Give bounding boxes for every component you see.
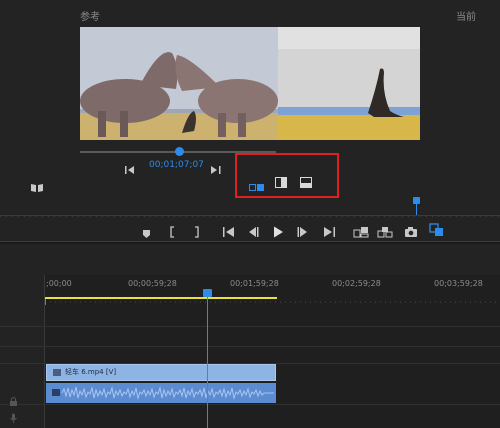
video-clip-label: 轻车 6.mp4 [V] (65, 368, 117, 376)
mark-out-icon[interactable] (193, 223, 200, 238)
camera-icon[interactable] (404, 223, 418, 237)
reference-label: 参考 (80, 12, 100, 23)
comparison-view-icon[interactable] (429, 222, 444, 236)
video-clip[interactable]: 轻车 6.mp4 [V] (46, 364, 276, 381)
step-forward-icon[interactable] (210, 160, 222, 174)
extract-icon[interactable] (377, 223, 393, 238)
go-to-out-icon[interactable] (322, 223, 336, 237)
lift-icon[interactable] (353, 223, 369, 238)
track-lock-icon[interactable] (9, 391, 18, 406)
go-to-in-icon[interactable] (222, 223, 236, 237)
transport-bar (0, 219, 500, 239)
program-playhead[interactable] (413, 197, 420, 204)
step-back-frame-icon[interactable] (247, 223, 259, 237)
track-separator-1 (0, 326, 500, 327)
step-back-icon[interactable] (125, 160, 137, 174)
fx-badge-icon (53, 369, 61, 376)
side-by-side-view-icon[interactable] (249, 177, 265, 191)
reference-scrub-handle[interactable] (175, 147, 184, 156)
ruler-label-3: 00;02;59;28 (332, 279, 381, 288)
timeline-playhead[interactable] (203, 289, 212, 297)
current-frame-image (278, 27, 420, 140)
monitor-ruler[interactable] (0, 205, 500, 217)
track-separator-2 (0, 346, 500, 347)
ruler-label-0: ;00;00 (46, 279, 72, 288)
reference-frame-image (80, 27, 278, 140)
add-marker-icon[interactable] (142, 224, 151, 238)
play-icon[interactable] (273, 223, 284, 238)
vertical-split-view-icon[interactable] (275, 174, 288, 188)
ruler-label-2: 00;01;59;28 (230, 279, 279, 288)
timeline-playhead-line (207, 297, 208, 428)
current-label: 当前 (456, 12, 476, 23)
audio-clip[interactable] (46, 383, 276, 403)
microphone-icon[interactable] (9, 408, 18, 423)
reference-frame (80, 27, 278, 140)
horizontal-split-view-icon[interactable] (300, 174, 313, 188)
audio-waveform (61, 386, 274, 400)
comparison-view-highlight (235, 153, 339, 198)
monitor-ruler-divider (0, 215, 500, 216)
reference-timecode[interactable]: 00;01;07;07 (149, 160, 204, 170)
mark-in-icon[interactable] (169, 223, 176, 238)
current-frame (278, 27, 420, 140)
ruler-label-1: 00;00;59;28 (128, 279, 177, 288)
work-area-bar[interactable] (45, 297, 277, 299)
ruler-label-4: 00;03;59;28 (434, 279, 483, 288)
step-forward-frame-icon[interactable] (297, 223, 309, 237)
book-icon[interactable] (30, 178, 44, 192)
track-separator-4 (0, 404, 500, 405)
